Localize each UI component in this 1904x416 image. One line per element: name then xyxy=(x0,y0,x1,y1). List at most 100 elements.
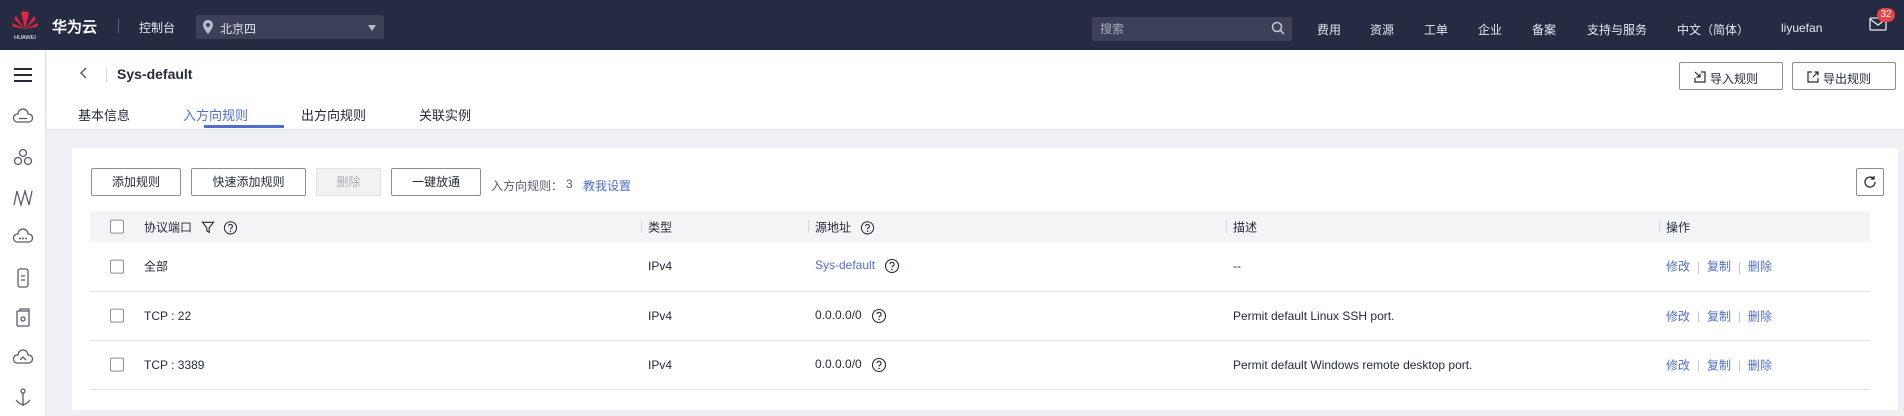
rule-description: -- xyxy=(1233,259,1241,274)
modify-link[interactable]: 修改 xyxy=(1666,260,1690,274)
database-icon[interactable] xyxy=(11,266,35,290)
copy-link[interactable]: 复制 xyxy=(1707,309,1731,323)
delete-button[interactable]: 删除 xyxy=(316,168,381,196)
cloud-storage-icon[interactable] xyxy=(11,226,35,250)
help-icon[interactable] xyxy=(871,308,887,324)
row-checkbox[interactable] xyxy=(110,357,124,372)
page-header: Sys-default 基本信息 入方向规则 出方向规则 关联实例 导入规则 导… xyxy=(47,50,1904,130)
brand-name[interactable]: 华为云 xyxy=(52,16,97,37)
rule-type: IPv4 xyxy=(648,308,673,323)
header-source: 源地址 xyxy=(809,211,1227,242)
nav-support[interactable]: 支持与服务 xyxy=(1587,21,1647,38)
nav-enterprise[interactable]: 企业 xyxy=(1478,21,1502,38)
table-header-row: 协议端口 类型 源地址 描述 操作 xyxy=(90,211,1870,242)
location-pin-icon xyxy=(203,20,213,34)
add-rule-button[interactable]: 添加规则 xyxy=(91,168,181,196)
cloud-icon[interactable] xyxy=(11,346,35,370)
export-rules-button[interactable]: 导出规则 xyxy=(1792,62,1896,90)
help-icon[interactable] xyxy=(884,258,900,274)
header-operations-label: 操作 xyxy=(1666,220,1691,234)
logo-wordmark: HUAWEI xyxy=(14,35,36,41)
search-icon[interactable] xyxy=(1271,21,1285,35)
protocol-port: TCP : 22 xyxy=(144,308,192,323)
source-address: 0.0.0.0/0 xyxy=(815,356,862,371)
inbound-rule-label: 入方向规则： xyxy=(491,179,564,193)
divider xyxy=(106,68,107,82)
import-icon xyxy=(1694,71,1706,83)
nav-language[interactable]: 中文（简体） xyxy=(1677,21,1749,38)
help-icon[interactable] xyxy=(860,220,875,235)
header-protocol-label: 协议端口 xyxy=(144,219,193,234)
help-icon[interactable] xyxy=(223,220,238,235)
nav-resources[interactable]: 资源 xyxy=(1370,21,1394,38)
chevron-down-icon xyxy=(368,25,376,31)
region-selector[interactable]: 北京四 xyxy=(196,15,384,39)
header-type-label: 类型 xyxy=(648,220,673,234)
copy-link[interactable]: 复制 xyxy=(1707,358,1731,372)
search-input[interactable] xyxy=(1092,17,1292,41)
tab-outbound-rules[interactable]: 出方向规则 xyxy=(301,105,366,124)
select-all-checkbox[interactable] xyxy=(110,219,124,234)
modify-link[interactable]: 修改 xyxy=(1666,358,1690,372)
huawei-logo[interactable]: HUAWEI xyxy=(10,9,40,41)
filter-icon[interactable] xyxy=(201,221,215,235)
source-address: 0.0.0.0/0 xyxy=(815,307,862,322)
header-protocol-port: 协议端口 xyxy=(90,211,642,242)
rule-description: Permit default Linux SSH port. xyxy=(1233,308,1395,323)
protocol-port: 全部 xyxy=(144,259,169,274)
modify-link[interactable]: 修改 xyxy=(1666,309,1690,323)
table-row: TCP : 22 IPv4 0.0.0.0/0 Permit default L… xyxy=(90,291,1870,341)
delete-link[interactable]: 删除 xyxy=(1748,358,1772,372)
export-icon xyxy=(1807,71,1819,83)
document-icon[interactable] xyxy=(11,306,35,330)
inbound-rule-count: 3 xyxy=(566,177,573,191)
anchor-icon[interactable] xyxy=(11,386,35,410)
tab-inbound-rules[interactable]: 入方向规则 xyxy=(183,105,248,124)
header-description: 描述 xyxy=(1227,211,1660,242)
huawei-flower-icon: HUAWEI xyxy=(12,11,38,41)
page-title: Sys-default xyxy=(117,66,193,82)
left-rail xyxy=(0,50,46,416)
rule-description: Permit default Windows remote desktop po… xyxy=(1233,357,1473,372)
rules-panel: 添加规则 快速添加规则 删除 一键放通 入方向规则： 3 教我设置 协议端口 类… xyxy=(72,148,1898,410)
import-rules-label: 导入规则 xyxy=(1710,72,1759,86)
nav-billing[interactable]: 费用 xyxy=(1317,21,1341,38)
cloud-server-icon[interactable] xyxy=(11,106,35,130)
nav-tickets[interactable]: 工单 xyxy=(1424,21,1448,38)
delete-link[interactable]: 删除 xyxy=(1748,260,1772,274)
refresh-button[interactable] xyxy=(1856,168,1884,196)
console-link[interactable]: 控制台 xyxy=(139,19,175,36)
tab-basic-info[interactable]: 基本信息 xyxy=(78,105,130,124)
top-navigation-bar: HUAWEI 华为云 控制台 北京四 费用 资源 工单 企业 备案 支持与服务 … xyxy=(0,0,1904,50)
nav-username[interactable]: liyuefan xyxy=(1781,21,1822,35)
header-operations: 操作 xyxy=(1660,211,1870,242)
teach-me-link[interactable]: 教我设置 xyxy=(583,177,631,194)
tab-associated-instances[interactable]: 关联实例 xyxy=(419,105,471,124)
table-row: TCP : 3389 IPv4 0.0.0.0/0 Permit default… xyxy=(90,340,1870,390)
refresh-icon xyxy=(1864,176,1876,188)
import-rules-button[interactable]: 导入规则 xyxy=(1679,62,1783,90)
header-source-label: 源地址 xyxy=(815,219,852,234)
quick-add-rule-button[interactable]: 快速添加规则 xyxy=(191,168,306,196)
header-description-label: 描述 xyxy=(1233,220,1258,234)
row-checkbox[interactable] xyxy=(110,308,124,323)
help-icon[interactable] xyxy=(871,357,887,373)
source-security-group-link[interactable]: Sys-default xyxy=(815,258,875,272)
row-checkbox[interactable] xyxy=(110,259,124,274)
export-rules-label: 导出规则 xyxy=(1823,72,1872,86)
header-type: 类型 xyxy=(642,211,809,242)
table-row: 全部 IPv4 Sys-default -- 修改 复制 删除 xyxy=(90,242,1870,292)
network-icon[interactable] xyxy=(11,186,35,210)
rule-type: IPv4 xyxy=(648,357,673,372)
one-click-allow-button[interactable]: 一键放通 xyxy=(391,168,481,196)
delete-link[interactable]: 删除 xyxy=(1748,309,1772,323)
rules-table: 协议端口 类型 源地址 描述 操作 全部 IPv4 Sys-default --… xyxy=(90,211,1870,390)
notification-badge: 32 xyxy=(1877,8,1895,22)
back-icon[interactable] xyxy=(77,66,91,80)
nav-filing[interactable]: 备案 xyxy=(1532,21,1556,38)
cluster-icon[interactable] xyxy=(11,146,35,170)
copy-link[interactable]: 复制 xyxy=(1707,260,1731,274)
rule-type: IPv4 xyxy=(648,259,673,274)
menu-icon[interactable] xyxy=(11,63,35,87)
divider xyxy=(118,19,119,33)
